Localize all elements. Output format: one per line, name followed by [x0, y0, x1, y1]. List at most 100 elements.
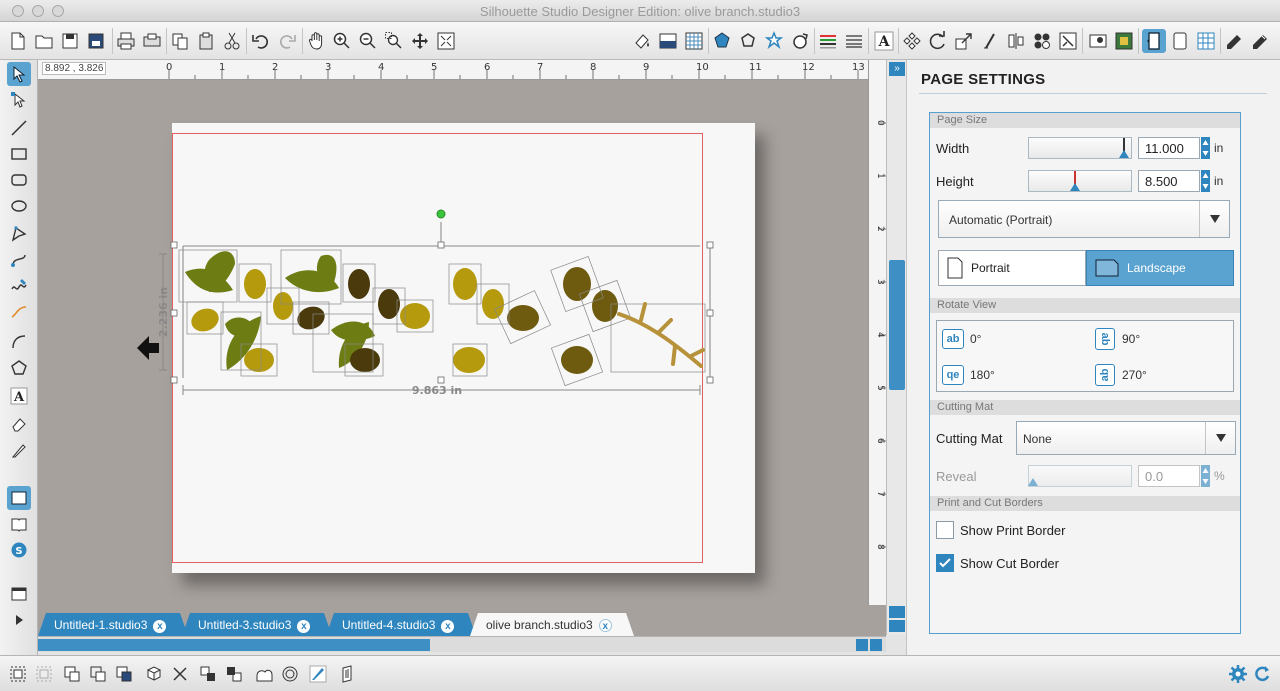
zoom-in-icon[interactable] — [330, 29, 354, 53]
offset-icon[interactable] — [788, 29, 812, 53]
cut-settings-icon[interactable] — [1168, 29, 1192, 53]
height-input[interactable]: 8.500 — [1138, 170, 1200, 192]
line-tool-icon[interactable] — [7, 116, 31, 140]
make-compound-path-icon[interactable] — [60, 662, 84, 686]
send-to-silhouette-icon[interactable] — [140, 29, 164, 53]
tab-close-icon[interactable]: x — [297, 620, 310, 633]
window-panel-icon[interactable] — [7, 582, 31, 606]
pattern-fill-icon[interactable] — [682, 29, 706, 53]
delete-icon[interactable] — [168, 662, 192, 686]
send-backward-icon[interactable] — [196, 662, 220, 686]
shadow-icon[interactable] — [762, 29, 786, 53]
cutting-mat-dropdown[interactable]: None — [1016, 421, 1236, 455]
zoom-out-icon[interactable] — [356, 29, 380, 53]
reveal-stepper-icon[interactable] — [1201, 465, 1210, 487]
library-book-icon[interactable] — [7, 512, 31, 536]
landscape-button[interactable]: Landscape — [1086, 250, 1234, 286]
horizontal-scrollbar[interactable] — [38, 636, 886, 652]
zoom-select-icon[interactable] — [382, 29, 406, 53]
copy-icon[interactable] — [168, 29, 192, 53]
weld-icon[interactable] — [252, 662, 276, 686]
height-slider[interactable] — [1028, 170, 1132, 192]
send-to-cutter-icon[interactable] — [336, 662, 360, 686]
collapse-panel-icon[interactable]: » — [889, 62, 905, 76]
page-size-dropdown[interactable]: Automatic (Portrait) — [938, 200, 1230, 238]
olive-branch-artwork[interactable]: 9.863 in 2.236 in — [135, 200, 735, 400]
redo-icon[interactable] — [275, 29, 299, 53]
eraser-tool-icon[interactable] — [7, 412, 31, 436]
bring-to-front-icon[interactable] — [112, 662, 136, 686]
tab-untitled-1[interactable]: Untitled-1.studio3 x — [38, 613, 188, 636]
rotate-180-button[interactable]: qe 180° — [942, 365, 995, 385]
transform-icon[interactable] — [900, 29, 924, 53]
vertical-scrollbar[interactable]: » — [886, 60, 906, 635]
text-style-icon[interactable]: A — [872, 29, 896, 53]
regular-polygon-tool-icon[interactable] — [7, 356, 31, 380]
print-icon[interactable] — [114, 29, 138, 53]
curve-tool-icon[interactable] — [7, 248, 31, 272]
portrait-button[interactable]: Portrait — [938, 250, 1086, 286]
rotate-icon[interactable] — [926, 29, 950, 53]
tab-untitled-4[interactable]: Untitled-4.studio3 x — [326, 613, 476, 636]
tab-untitled-3[interactable]: Untitled-3.studio3 x — [182, 613, 332, 636]
rotate-90-button[interactable]: ab 90° — [1094, 328, 1140, 350]
width-slider[interactable] — [1028, 137, 1132, 159]
new-document-icon[interactable] — [6, 29, 30, 53]
line-style-icon[interactable] — [736, 29, 760, 53]
horizontal-scroll-thumb[interactable] — [38, 639, 430, 651]
online-store-icon[interactable] — [1248, 29, 1272, 53]
width-input[interactable]: 11.000 — [1138, 137, 1200, 159]
sync-icon[interactable] — [1250, 662, 1274, 686]
paste-icon[interactable] — [194, 29, 218, 53]
rotate-270-button[interactable]: ab 270° — [1094, 364, 1147, 386]
shear-icon[interactable] — [978, 29, 1002, 53]
save-to-library-icon[interactable] — [84, 29, 108, 53]
save-icon[interactable] — [58, 29, 82, 53]
release-compound-path-icon[interactable] — [86, 662, 110, 686]
scroll-right-icon[interactable] — [870, 639, 882, 651]
send-play-icon[interactable] — [7, 608, 31, 632]
settings-gear-icon[interactable] — [1226, 662, 1250, 686]
tab-close-icon[interactable]: x — [153, 620, 166, 633]
text-tool-icon[interactable]: A — [7, 384, 31, 408]
tab-olive-branch[interactable]: olive branch.studio3 x — [470, 613, 634, 636]
knife-edit-icon[interactable] — [306, 662, 330, 686]
height-stepper-icon[interactable] — [1201, 170, 1210, 192]
scroll-down-icon[interactable] — [889, 620, 905, 632]
open-folder-icon[interactable] — [32, 29, 56, 53]
registration-marks-icon[interactable] — [1112, 29, 1136, 53]
ungroup-icon[interactable] — [32, 662, 56, 686]
knife-tool-icon[interactable] — [7, 438, 31, 462]
edit-points-icon[interactable] — [7, 88, 31, 112]
scroll-up-icon[interactable] — [889, 606, 905, 618]
polygon-tool-icon[interactable] — [7, 222, 31, 246]
silhouette-store-icon[interactable]: S — [7, 538, 31, 562]
grid-settings-icon[interactable] — [1194, 29, 1218, 53]
freehand-tool-icon[interactable] — [7, 274, 31, 298]
scale-icon[interactable] — [952, 29, 976, 53]
ellipse-tool-icon[interactable] — [7, 194, 31, 218]
design-area-icon[interactable] — [7, 486, 31, 510]
page-settings-icon[interactable] — [1142, 29, 1166, 53]
cut-scissors-icon[interactable] — [220, 29, 244, 53]
vertical-scroll-thumb[interactable] — [889, 260, 905, 390]
library-icon[interactable] — [1222, 29, 1246, 53]
bring-forward-icon[interactable] — [222, 662, 246, 686]
tab-close-icon[interactable]: x — [599, 619, 612, 632]
tab-close-icon[interactable]: x — [441, 620, 454, 633]
move-view-icon[interactable] — [408, 29, 432, 53]
reveal-slider[interactable] — [1028, 465, 1132, 487]
cut-style-icon[interactable] — [816, 29, 840, 53]
line-color-icon[interactable] — [710, 29, 734, 53]
reveal-input[interactable]: 0.0 — [1138, 465, 1200, 487]
fit-to-page-icon[interactable] — [434, 29, 458, 53]
smooth-freehand-tool-icon[interactable] — [7, 300, 31, 324]
align-icon[interactable] — [1004, 29, 1028, 53]
show-cut-border-checkbox[interactable] — [936, 554, 954, 572]
gradient-fill-icon[interactable] — [656, 29, 680, 53]
scroll-left-icon[interactable] — [856, 639, 868, 651]
offset-rings-icon[interactable] — [278, 662, 302, 686]
replicate-icon[interactable] — [1030, 29, 1054, 53]
line-width-icon[interactable] — [842, 29, 866, 53]
rotate-handle[interactable] — [436, 209, 446, 219]
